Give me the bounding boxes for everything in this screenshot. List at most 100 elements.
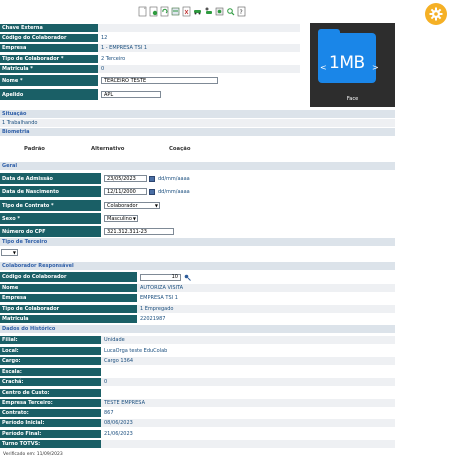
row-local: Local: LucaOrga teste EduColab bbox=[0, 347, 395, 355]
bio-alternativo[interactable]: Alternativo bbox=[91, 146, 124, 152]
person-car-icon[interactable] bbox=[204, 6, 213, 17]
row-escala: Escala: bbox=[0, 368, 395, 376]
svg-text:?: ? bbox=[240, 9, 243, 16]
row-filial: Filial: Unidade bbox=[0, 336, 395, 344]
face-caption: Face bbox=[346, 96, 359, 102]
save-icon[interactable] bbox=[149, 6, 158, 17]
row-periodo-final: Período Final: 21/06/2023 bbox=[0, 430, 395, 438]
row-resp-matricula: Matricula 22021987 bbox=[0, 315, 395, 323]
row-periodo-inicial: Período Inicial: 08/06/2023 bbox=[0, 419, 395, 427]
chevron-right-icon[interactable]: > bbox=[372, 63, 379, 72]
new-icon[interactable] bbox=[138, 6, 147, 17]
value-filial: Unidade bbox=[101, 336, 395, 344]
nascimento-hint: dd/mm/aaaa bbox=[158, 188, 190, 195]
label-cargo: Cargo: bbox=[0, 357, 101, 365]
row-codigo: Código do Colaborador 12 bbox=[0, 34, 300, 42]
label-matricula: Matricula * bbox=[0, 65, 98, 73]
label-codigo: Código do Colaborador bbox=[0, 34, 98, 42]
section-historico: Dados do Histórico bbox=[2, 326, 56, 332]
label-contrato: Tipo de Contrato * bbox=[0, 200, 101, 211]
calendar-icon[interactable] bbox=[149, 188, 155, 195]
row-centro: Centro de Custo: bbox=[0, 389, 395, 397]
biometria-row: Padrão Alternativo Coação bbox=[0, 143, 395, 155]
chevron-down-icon: ▼ bbox=[12, 250, 16, 255]
cpf-input[interactable]: 321.312.311-23 bbox=[104, 228, 174, 235]
toolbar: ? bbox=[138, 6, 246, 20]
value-chave-externa bbox=[98, 24, 300, 32]
row-situacao: 1 Trabalhando bbox=[0, 119, 395, 127]
nome-input[interactable]: TERCEIRO TESTE bbox=[101, 77, 218, 84]
admissao-hint: dd/mm/aaaa bbox=[158, 175, 190, 182]
footer-text: Verificado em: 11/09/2023 bbox=[3, 452, 63, 457]
tipo-terceiro-select[interactable]: ▼ bbox=[1, 249, 18, 256]
value-codigo: 12 bbox=[98, 34, 300, 42]
bio-padrao[interactable]: Padrão bbox=[24, 146, 45, 152]
value-tipo: 2 Terceiro bbox=[98, 55, 300, 63]
value-resp-nome: AUTORIZA VISITA bbox=[137, 284, 395, 292]
row-nascimento: Data de Nascimento 12/11/2000 dd/mm/aaaa bbox=[0, 186, 395, 197]
search-icon[interactable] bbox=[226, 6, 235, 17]
label-resp-codigo: Código do Colaborador bbox=[0, 272, 137, 282]
row-matricula: Matricula * 0 bbox=[0, 65, 300, 73]
sexo-select[interactable]: Masculino ▼ bbox=[104, 215, 138, 222]
calendar-icon[interactable] bbox=[149, 175, 155, 182]
label-empresa: Empresa bbox=[0, 44, 98, 52]
chevron-left-icon[interactable]: < bbox=[320, 63, 327, 72]
admissao-input[interactable]: 23/05/2023 bbox=[104, 175, 147, 182]
row-cpf: Número do CPF 321.312.311-23 bbox=[0, 226, 395, 237]
refresh-icon[interactable] bbox=[160, 6, 169, 17]
value-resp-matricula: 22021987 bbox=[137, 315, 395, 323]
value-local: LucaOrga teste EduColab bbox=[101, 347, 395, 355]
label-apelido: Apelido bbox=[0, 89, 98, 100]
car-icon[interactable] bbox=[193, 6, 202, 17]
contrato-value: Colaborador bbox=[107, 202, 138, 209]
row-resp-nome: Nome AUTORIZA VISITA bbox=[0, 284, 395, 292]
photo-preview[interactable]: < > 1MB Face bbox=[310, 23, 395, 107]
help-icon[interactable]: ? bbox=[237, 6, 246, 17]
resp-codigo-input[interactable]: 10 bbox=[140, 273, 181, 281]
label-resp-empresa: Empresa bbox=[0, 294, 137, 302]
label-local: Local: bbox=[0, 347, 101, 355]
label-resp-matricula: Matricula bbox=[0, 315, 137, 323]
label-hist-contrato: Contrato: bbox=[0, 409, 101, 417]
value-cracha: 0 bbox=[101, 378, 395, 386]
value-empresa-terceiro: TESTE EMPRESA bbox=[101, 399, 395, 407]
row-resp-empresa: Empresa EMPRESA TSI 1 bbox=[0, 294, 395, 302]
label-resp-nome: Nome bbox=[0, 284, 137, 292]
label-filial: Filial: bbox=[0, 336, 101, 344]
section-tipo-terceiro: Tipo de Terceiro bbox=[2, 239, 48, 245]
row-admissao: Data de Admissão 23/05/2023 dd/mm/aaaa bbox=[0, 173, 395, 184]
section-biometria: Biometria bbox=[2, 129, 30, 135]
label-turno: Turno TOTVS: bbox=[0, 440, 101, 448]
row-hist-contrato: Contrato: 867 bbox=[0, 409, 395, 417]
label-admissao: Data de Admissão bbox=[0, 173, 101, 184]
settings-icon[interactable] bbox=[215, 6, 224, 17]
section-geral: Geral bbox=[2, 163, 18, 169]
label-sexo: Sexo * bbox=[0, 213, 101, 224]
gear-button[interactable] bbox=[425, 3, 447, 25]
value-resp-tipo: 1 Empregado bbox=[137, 305, 395, 313]
gear-icon bbox=[429, 7, 443, 21]
value-escala bbox=[101, 368, 395, 376]
chevron-down-icon: ▼ bbox=[154, 203, 158, 208]
row-contrato: Tipo de Contrato * Colaborador ▼ bbox=[0, 200, 395, 211]
delete-icon[interactable] bbox=[182, 6, 191, 17]
value-periodo-inicial: 08/06/2023 bbox=[101, 419, 395, 427]
export-icon[interactable] bbox=[171, 6, 180, 17]
search-user-icon[interactable] bbox=[184, 274, 191, 281]
row-cargo: Cargo: Cargo 1364 bbox=[0, 357, 395, 365]
row-empresa: Empresa 1 - EMPRESA TSI 1 bbox=[0, 44, 300, 52]
apelido-input[interactable]: APL bbox=[101, 91, 161, 98]
contrato-select[interactable]: Colaborador ▼ bbox=[104, 202, 160, 209]
value-cargo: Cargo 1364 bbox=[101, 357, 395, 365]
nascimento-input[interactable]: 12/11/2000 bbox=[104, 188, 147, 195]
section-situacao: Situação bbox=[2, 111, 27, 117]
label-periodo-final: Período Final: bbox=[0, 430, 101, 438]
label-empresa-terceiro: Empresa Terceiro: bbox=[0, 399, 101, 407]
bio-coacao[interactable]: Coação bbox=[169, 146, 190, 152]
label-periodo-inicial: Período Inicial: bbox=[0, 419, 101, 427]
label-tipo: Tipo de Colaborador * bbox=[0, 55, 98, 63]
file-size-label: 1MB bbox=[329, 53, 365, 73]
row-empresa-terceiro: Empresa Terceiro: TESTE EMPRESA bbox=[0, 399, 395, 407]
label-resp-tipo: Tipo de Colaborador bbox=[0, 305, 137, 313]
